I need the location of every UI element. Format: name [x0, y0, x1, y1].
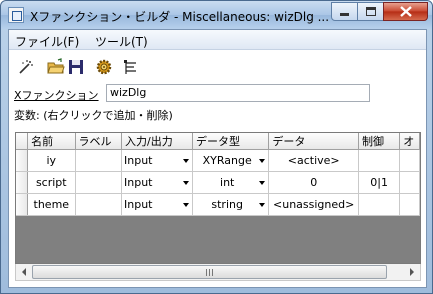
close-icon — [399, 6, 412, 17]
col-header-io[interactable]: 入力/出力 — [121, 133, 193, 150]
dropdown-arrow-icon[interactable] — [259, 180, 266, 185]
cell-name[interactable]: theme — [27, 193, 76, 216]
io-select[interactable]: Input — [124, 198, 191, 211]
cell-type[interactable]: XYRange — [192, 149, 270, 172]
app-window: Xファンクション・ビルダ - Miscellaneous: wizDlg ...… — [0, 0, 433, 294]
open-folder-icon[interactable] — [47, 58, 65, 76]
cell-type[interactable]: int — [192, 171, 270, 194]
save-disk-icon[interactable] — [67, 58, 85, 76]
io-value: Input — [124, 154, 153, 167]
dropdown-arrow-icon[interactable] — [182, 158, 189, 163]
io-select[interactable]: Input — [124, 176, 191, 189]
maximize-button[interactable] — [357, 2, 384, 21]
close-button[interactable] — [383, 2, 428, 21]
cell-io[interactable]: Input — [121, 193, 193, 216]
cell-name[interactable]: iy — [27, 149, 76, 172]
toolbar — [9, 51, 426, 81]
scroll-right-button[interactable] — [404, 264, 420, 280]
cell-option[interactable] — [399, 149, 420, 172]
cell-control[interactable] — [358, 149, 401, 172]
cell-data[interactable]: <active> — [268, 149, 359, 172]
dropdown-arrow-icon[interactable] — [259, 158, 266, 163]
type-select[interactable]: XYRange — [197, 154, 268, 167]
row-header[interactable] — [16, 171, 29, 194]
type-value: string — [211, 198, 243, 211]
col-header-data[interactable]: データ — [268, 133, 359, 150]
scroll-left-button[interactable] — [16, 264, 32, 280]
row-header[interactable] — [16, 193, 29, 216]
cell-control[interactable] — [358, 193, 401, 216]
gear-icon[interactable] — [95, 58, 113, 76]
grip-icon — [205, 268, 214, 276]
table-row[interactable]: iy Input XYRange <active> — [16, 149, 420, 172]
menu-bar: ファイル(F) ツール(T) — [9, 30, 426, 50]
table-row[interactable]: theme Input string <unassigned> — [16, 193, 420, 216]
col-header-option[interactable]: オ — [399, 133, 420, 150]
io-select[interactable]: Input — [124, 154, 191, 167]
row-header[interactable] — [16, 149, 29, 172]
arrow-left-icon — [22, 268, 26, 276]
col-header-control[interactable]: 制御 — [358, 133, 401, 150]
minimize-button[interactable] — [331, 2, 358, 21]
title-bar[interactable]: Xファンクション・ビルダ - Miscellaneous: wizDlg ... — [1, 1, 432, 29]
cell-io[interactable]: Input — [121, 149, 193, 172]
col-header-type[interactable]: データ型 — [192, 133, 270, 150]
variables-grid[interactable]: 名前 ラベル 入力/出力 データ型 データ 制御 オ iy Input XYRa… — [15, 132, 421, 264]
cell-name[interactable]: script — [27, 171, 76, 194]
scroll-thumb[interactable] — [32, 265, 387, 279]
tree-view-icon[interactable] — [122, 58, 140, 76]
type-value: XYRange — [202, 154, 252, 167]
horizontal-scrollbar[interactable] — [15, 264, 421, 281]
cell-data[interactable]: 0 — [268, 171, 359, 194]
type-value: int — [220, 176, 235, 189]
variables-table: 名前 ラベル 入力/出力 データ型 データ 制御 オ iy Input XYRa… — [16, 133, 420, 216]
function-label-text: Xファンクション — [14, 89, 99, 102]
col-header-name[interactable]: 名前 — [27, 133, 76, 150]
cell-control[interactable]: 0|1 — [358, 171, 401, 194]
corner-cell[interactable] — [16, 133, 29, 150]
client-area: ファイル(F) ツール(T) Xファンクション wizDlg 変数: (右クリッ… — [8, 29, 427, 288]
arrow-right-icon — [410, 268, 414, 276]
cell-label[interactable] — [75, 149, 122, 172]
menu-tools[interactable]: ツール(T) — [95, 33, 148, 50]
cell-label[interactable] — [75, 171, 122, 194]
function-name-input[interactable]: wizDlg — [106, 84, 370, 102]
cell-label[interactable] — [75, 193, 122, 216]
type-select[interactable]: string — [197, 198, 268, 211]
new-wand-icon[interactable] — [17, 58, 35, 76]
col-header-label[interactable]: ラベル — [75, 133, 122, 150]
cell-io[interactable]: Input — [121, 171, 193, 194]
minimize-icon — [340, 13, 349, 16]
dropdown-arrow-icon[interactable] — [182, 180, 189, 185]
io-value: Input — [124, 176, 153, 189]
window-title: Xファンクション・ビルダ - Miscellaneous: wizDlg ... — [30, 10, 330, 24]
cell-option[interactable] — [399, 193, 420, 216]
menu-file[interactable]: ファイル(F) — [15, 33, 79, 50]
app-icon[interactable] — [8, 7, 24, 23]
cell-type[interactable]: string — [192, 193, 270, 216]
table-row[interactable]: script Input int 0 0|1 — [16, 171, 420, 194]
grid-header-row: 名前 ラベル 入力/出力 データ型 データ 制御 オ — [16, 133, 420, 150]
variables-label: 変数: (右クリックで追加・削除) — [14, 109, 173, 122]
io-value: Input — [124, 198, 153, 211]
cell-option[interactable] — [399, 171, 420, 194]
dropdown-arrow-icon[interactable] — [259, 202, 266, 207]
cell-data[interactable]: <unassigned> — [268, 193, 359, 216]
function-label: Xファンクション — [14, 87, 99, 103]
dropdown-arrow-icon[interactable] — [182, 202, 189, 207]
type-select[interactable]: int — [197, 176, 268, 189]
maximize-icon — [365, 7, 376, 16]
